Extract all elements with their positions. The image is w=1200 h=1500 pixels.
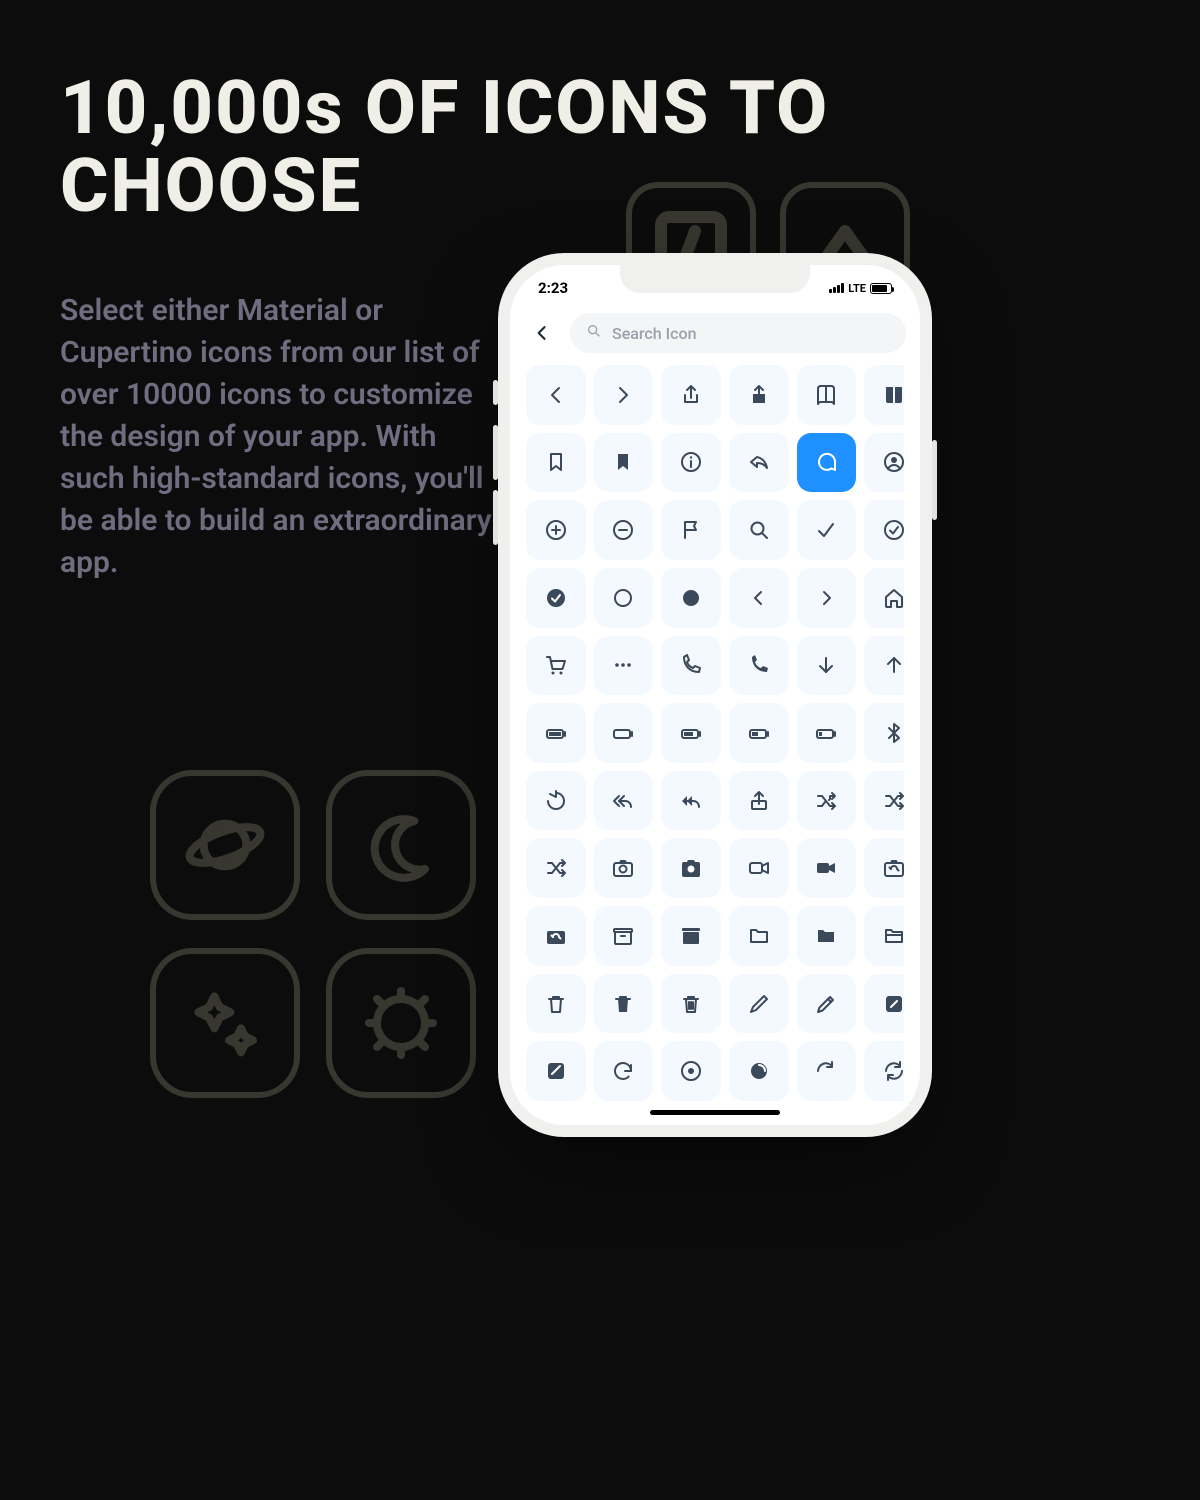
reply-all-icon[interactable] bbox=[594, 771, 654, 831]
archive-filled-icon[interactable] bbox=[661, 906, 721, 966]
phone-mockup: 2:23 LTE Search Icon bbox=[510, 265, 920, 1125]
battery-50-icon[interactable] bbox=[729, 703, 789, 763]
check-filled-icon[interactable] bbox=[526, 568, 586, 628]
battery-25-icon[interactable] bbox=[797, 703, 857, 763]
target-icon[interactable] bbox=[661, 1041, 721, 1101]
status-network: LTE bbox=[848, 282, 866, 295]
trash-filled-icon[interactable] bbox=[594, 974, 654, 1034]
folder-outline-icon[interactable] bbox=[729, 906, 789, 966]
share-filled-icon[interactable] bbox=[729, 365, 789, 425]
shuffle-alt-icon[interactable] bbox=[864, 771, 904, 831]
phone-side-button bbox=[932, 440, 937, 520]
refresh-cw-alt-icon[interactable] bbox=[864, 1041, 904, 1101]
phone-outline-icon[interactable] bbox=[661, 636, 721, 696]
battery-icon bbox=[870, 283, 892, 294]
reply-icon[interactable] bbox=[729, 433, 789, 493]
camera-filled-icon[interactable] bbox=[661, 838, 721, 898]
camera-outline-icon[interactable] bbox=[594, 838, 654, 898]
book-filled-icon[interactable] bbox=[864, 365, 904, 425]
bg-tile-planet-icon bbox=[150, 770, 300, 920]
shuffle-bold-icon[interactable] bbox=[526, 838, 586, 898]
battery-75-icon[interactable] bbox=[661, 703, 721, 763]
info-circle-icon[interactable] bbox=[661, 433, 721, 493]
circle-icon[interactable] bbox=[594, 568, 654, 628]
toolbar: Search Icon bbox=[524, 311, 906, 355]
home-icon[interactable] bbox=[864, 568, 904, 628]
share-icon[interactable] bbox=[661, 365, 721, 425]
status-time: 2:23 bbox=[538, 279, 568, 297]
reply-all-filled-icon[interactable] bbox=[661, 771, 721, 831]
bookmark-filled-icon[interactable] bbox=[594, 433, 654, 493]
camera-rotate-icon[interactable] bbox=[864, 838, 904, 898]
shuffle-icon[interactable] bbox=[797, 771, 857, 831]
cart-icon[interactable] bbox=[526, 636, 586, 696]
camera-flip-icon[interactable] bbox=[526, 906, 586, 966]
page-subtitle: Select either Material or Cupertino icon… bbox=[60, 290, 500, 584]
status-bar: 2:23 LTE bbox=[510, 275, 920, 301]
archive-outline-icon[interactable] bbox=[594, 906, 654, 966]
angle-left-icon[interactable] bbox=[729, 568, 789, 628]
bookmark-icon[interactable] bbox=[526, 433, 586, 493]
angle-right-icon[interactable] bbox=[797, 568, 857, 628]
chevron-right-icon[interactable] bbox=[594, 365, 654, 425]
flag-icon[interactable] bbox=[661, 500, 721, 560]
search-placeholder: Search Icon bbox=[612, 324, 696, 343]
chat-bubble-icon[interactable] bbox=[797, 433, 857, 493]
check-circle-icon[interactable] bbox=[864, 500, 904, 560]
icon-grid bbox=[526, 365, 904, 1101]
search-icon[interactable] bbox=[729, 500, 789, 560]
refresh-ccw-icon[interactable] bbox=[526, 771, 586, 831]
trash-stripes-icon[interactable] bbox=[661, 974, 721, 1034]
circle-filled-icon[interactable] bbox=[661, 568, 721, 628]
arrow-up-icon[interactable] bbox=[864, 636, 904, 696]
bluetooth-icon[interactable] bbox=[864, 703, 904, 763]
back-button[interactable] bbox=[524, 315, 560, 351]
search-input[interactable]: Search Icon bbox=[570, 313, 906, 353]
refresh-cw-icon[interactable] bbox=[797, 1041, 857, 1101]
phone-side-button bbox=[493, 425, 498, 480]
compose-icon[interactable] bbox=[864, 974, 904, 1034]
video-outline-icon[interactable] bbox=[729, 838, 789, 898]
plus-circle-icon[interactable] bbox=[526, 500, 586, 560]
user-circle-icon[interactable] bbox=[864, 433, 904, 493]
note-filled-icon[interactable] bbox=[526, 1041, 586, 1101]
phone-filled-icon[interactable] bbox=[729, 636, 789, 696]
rotate-cw-icon[interactable] bbox=[594, 1041, 654, 1101]
search-icon bbox=[586, 323, 602, 343]
page-title: 10,000s OF ICONS TO CHOOSE bbox=[60, 70, 1140, 225]
battery-full-icon[interactable] bbox=[526, 703, 586, 763]
check-icon[interactable] bbox=[797, 500, 857, 560]
ellipsis-icon[interactable] bbox=[594, 636, 654, 696]
pencil-icon[interactable] bbox=[729, 974, 789, 1034]
bg-tile-gear-icon bbox=[326, 948, 476, 1098]
chevron-left-icon[interactable] bbox=[526, 365, 586, 425]
bg-tile-moon-icon bbox=[326, 770, 476, 920]
loading-icon[interactable] bbox=[729, 1041, 789, 1101]
phone-side-button bbox=[493, 490, 498, 545]
trash-outline-icon[interactable] bbox=[526, 974, 586, 1034]
video-filled-icon[interactable] bbox=[797, 838, 857, 898]
folder-filled-icon[interactable] bbox=[797, 906, 857, 966]
minus-circle-icon[interactable] bbox=[594, 500, 654, 560]
bg-tile-sparkles-icon bbox=[150, 948, 300, 1098]
phone-side-button bbox=[493, 380, 498, 405]
share-up-icon[interactable] bbox=[729, 771, 789, 831]
signal-icon bbox=[829, 283, 844, 293]
arrow-down-icon[interactable] bbox=[797, 636, 857, 696]
book-icon[interactable] bbox=[797, 365, 857, 425]
battery-empty-icon[interactable] bbox=[594, 703, 654, 763]
pencil-alt-icon[interactable] bbox=[797, 974, 857, 1034]
folder-alt-icon[interactable] bbox=[864, 906, 904, 966]
